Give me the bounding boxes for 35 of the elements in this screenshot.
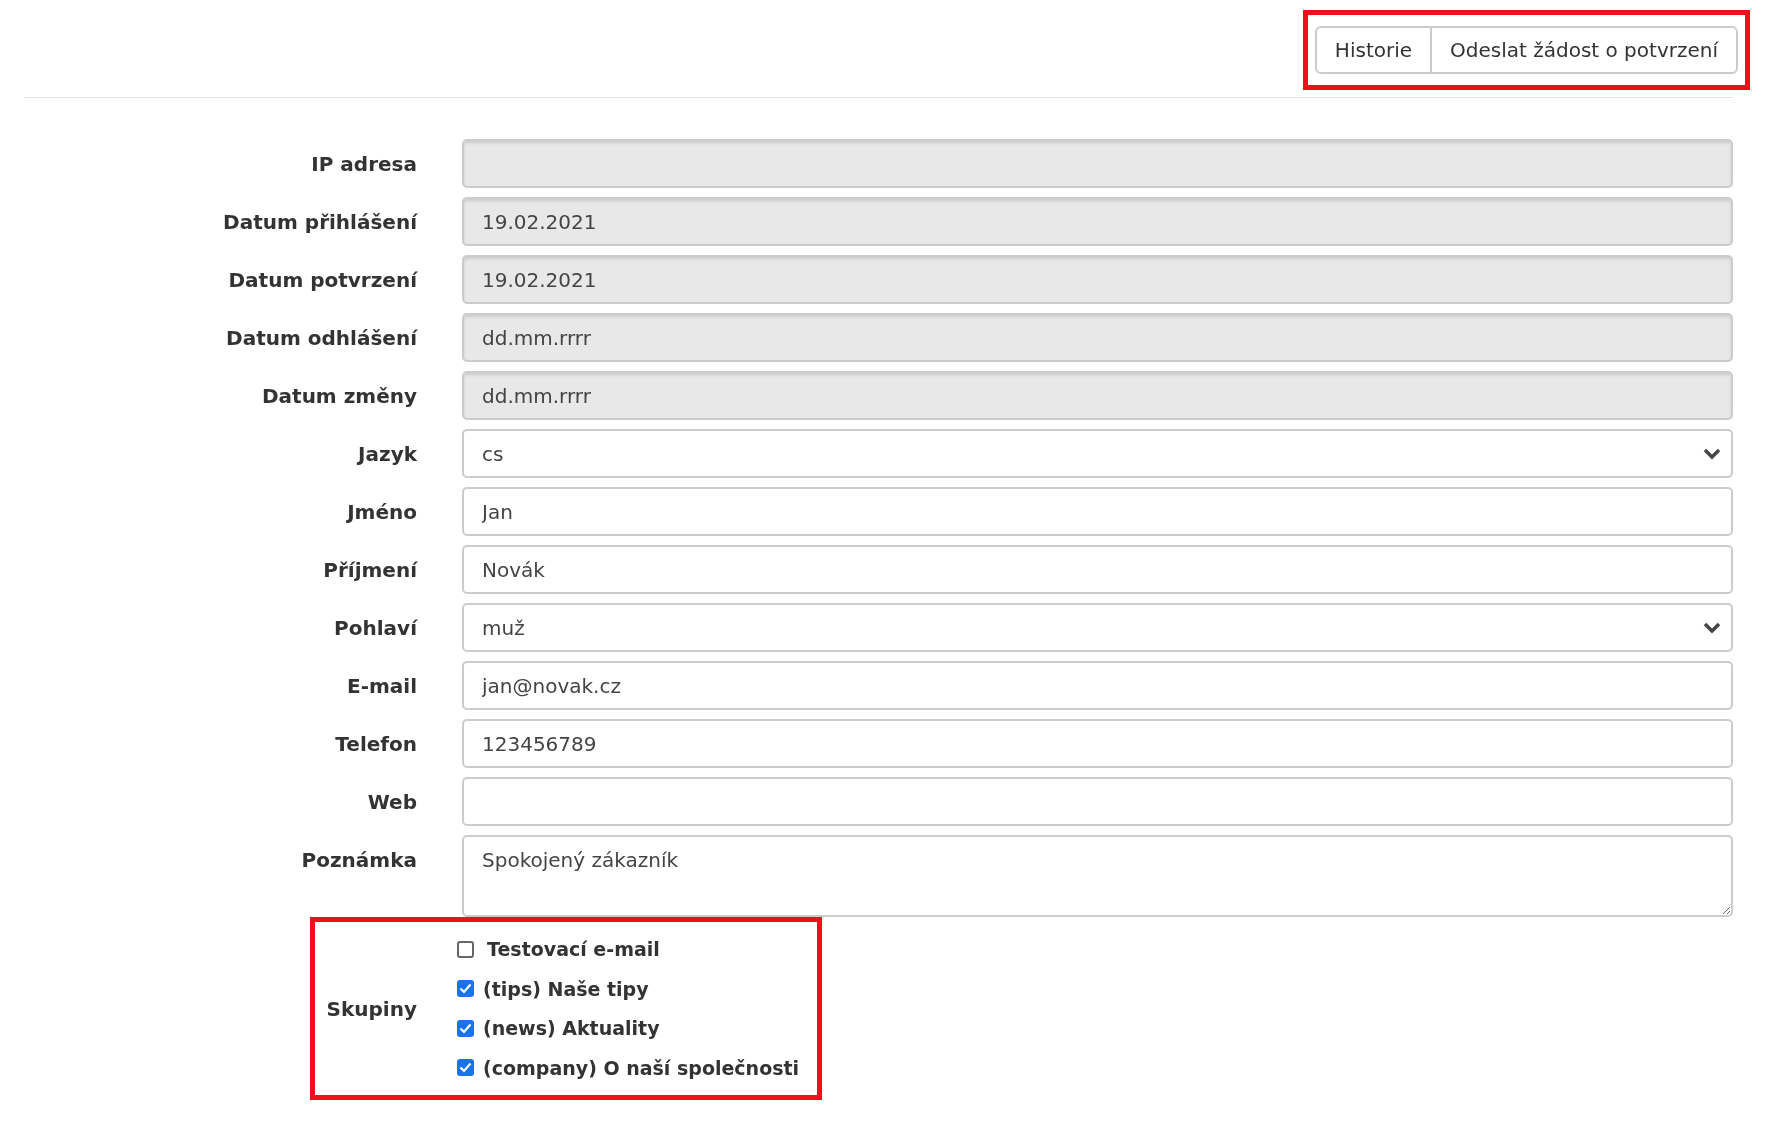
chevron-down-icon — [1703, 447, 1721, 460]
field-label: IP adresa — [310, 151, 417, 178]
field-label: Datum odhlášení — [225, 325, 417, 352]
field-label: Pohlaví — [333, 615, 417, 642]
select-field[interactable]: muž — [462, 603, 1733, 652]
select-value: cs — [482, 440, 504, 468]
select-field[interactable]: cs — [462, 429, 1733, 478]
field-label: Web — [366, 789, 417, 816]
input-field[interactable] — [462, 777, 1733, 826]
history-button[interactable]: Historie — [1314, 26, 1433, 74]
chevron-down-icon — [1703, 621, 1721, 634]
field-label: E-mail — [346, 673, 417, 700]
field-label: Datum změny — [260, 383, 417, 410]
checkbox-label: (company) O naší společnosti — [483, 1055, 800, 1081]
field-label: Příjmení — [322, 557, 417, 584]
field-label: Skupiny — [325, 995, 417, 1023]
input-field[interactable]: Novák — [462, 545, 1733, 594]
checkbox-label: Testovací e-mail — [487, 937, 660, 962]
input-field[interactable]: jan@novak.cz — [462, 661, 1733, 710]
send-confirmation-button[interactable]: Odeslat žádost o potvrzení — [1430, 26, 1738, 74]
field-label: Datum potvrzení — [227, 267, 417, 294]
checkbox-label: (news) Aktuality — [483, 1016, 660, 1041]
checkbox[interactable] — [457, 980, 474, 998]
checkbox[interactable] — [457, 940, 474, 958]
checkbox-label: (tips) Naše tipy — [483, 976, 649, 1002]
field-label: Poznámka — [300, 847, 417, 874]
checkbox[interactable] — [457, 1019, 474, 1037]
field-label: Jazyk — [356, 441, 417, 468]
checkbox[interactable] — [457, 1059, 474, 1077]
note-field[interactable]: Spokojený zákazník — [462, 835, 1733, 917]
input-field[interactable]: 123456789 — [462, 719, 1733, 768]
select-value: muž — [482, 614, 525, 642]
field-label: Jméno — [345, 499, 417, 526]
field-label: Telefon — [334, 731, 417, 758]
field-label: Datum přihlášení — [222, 209, 417, 236]
